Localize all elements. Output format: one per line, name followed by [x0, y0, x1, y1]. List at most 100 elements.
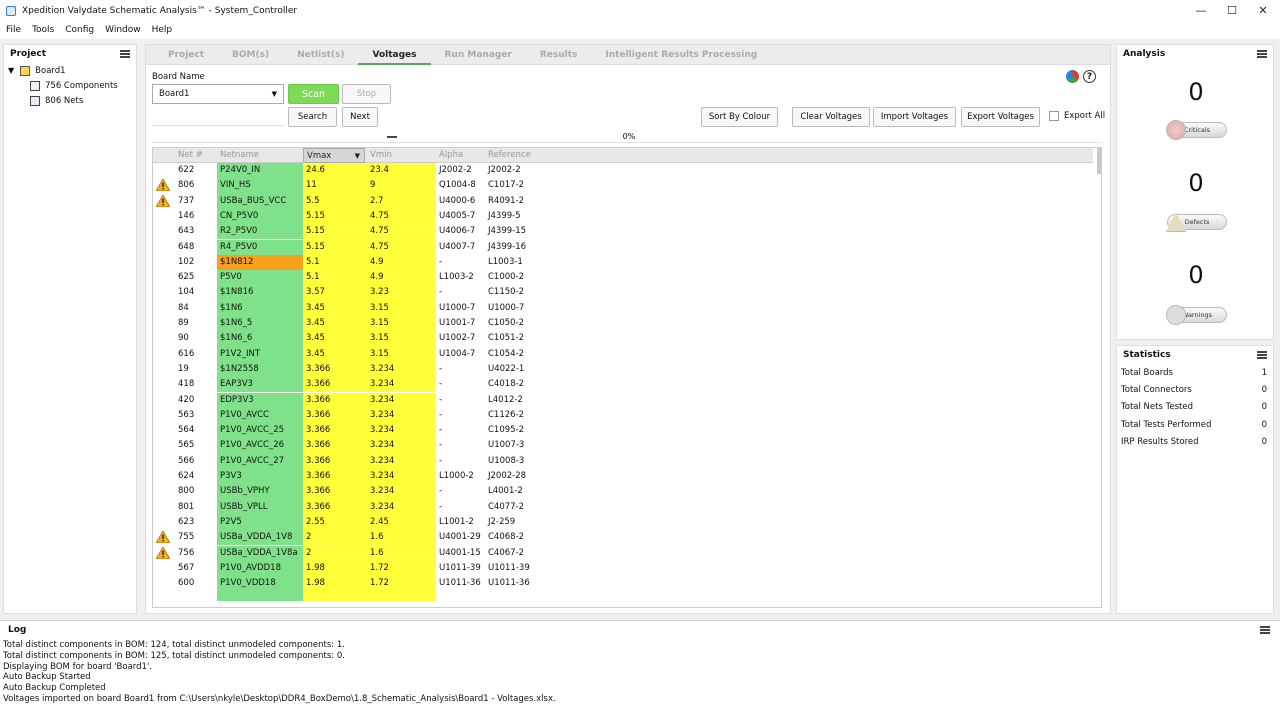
menu-tools[interactable]: Tools [32, 25, 54, 35]
table-row[interactable]: 600 P1V0_VDD18 1.98 1.72 U1011-36 U1011-36 [153, 576, 1093, 592]
table-row[interactable]: 806 VIN_HS 11 9 Q1004-8 C1017-2 [153, 178, 1093, 194]
alpha-cell: J2002-2 [439, 165, 472, 175]
warning-icon [156, 546, 170, 559]
board-select[interactable]: Board1 ▼ [152, 84, 284, 104]
col-vmax[interactable]: Vmax ▼ [303, 148, 365, 163]
reference-cell: C4067-2 [488, 547, 525, 558]
statistics-menu-icon[interactable] [1257, 351, 1267, 359]
alpha-cell: U4006-7 [439, 226, 476, 237]
components-icon [30, 80, 40, 91]
analysis-menu-icon[interactable] [1257, 50, 1267, 58]
table-row[interactable]: 90 $1N6_6 3.45 3.15 U1002-7 C1051-2 [153, 331, 1093, 347]
table-row[interactable]: 566 P1V0_AVCC_27 3.366 3.234- U1008-3 [153, 453, 1093, 469]
export-voltages-button[interactable]: Export Voltages [961, 107, 1040, 127]
table-row[interactable]: 755 USBa_VDDA_1V8 2 1.6 U4001-29 C4068-2 [153, 530, 1093, 546]
netname-cell: P1V0_AVCC_26 [217, 438, 303, 454]
next-button[interactable]: Next [342, 107, 378, 127]
tree-expand-icon[interactable]: ▼ [8, 66, 14, 75]
search-input[interactable] [152, 108, 284, 126]
table-row[interactable]: 420 EDP3V3 3.366 3.234- L4012-2 [153, 392, 1093, 408]
menu-help[interactable]: Help [152, 25, 173, 35]
table-row[interactable]: 801 USBb_VPLL 3.366 3.234- C4077-2 [153, 499, 1093, 515]
col-net[interactable]: Net # [175, 148, 203, 163]
log-menu-icon[interactable] [1260, 626, 1270, 634]
col-alpha[interactable]: Alpha [436, 148, 463, 163]
tree-components[interactable]: 756 Components [4, 78, 136, 93]
reference-cell: C4018-2 [488, 379, 525, 390]
table-scrollbar[interactable] [1097, 148, 1101, 174]
table-row[interactable]: 643 R2_P5V0 5.15 4.75 U4006-7 J4399-15 [153, 224, 1093, 240]
sort-by-colour-button[interactable]: Sort By Colour [701, 107, 778, 127]
net-cell: 806 [178, 180, 195, 191]
netname-cell: P1V2_INT [217, 346, 303, 362]
tab-netlists[interactable]: Netlist(s) [283, 45, 358, 64]
table-row[interactable]: 84 $1N6 3.45 3.15 U1000-7 U1000-7 [153, 300, 1093, 316]
net-cell: 643 [178, 226, 195, 237]
table-row[interactable]: 567 P1V0_AVDD18 1.98 1.72 U1011-39 U1011-39 [153, 560, 1093, 577]
alpha-cell: L1000-2 [439, 471, 474, 481]
col-reference[interactable]: Reference [485, 148, 531, 163]
app-icon [6, 5, 16, 16]
table-row[interactable]: 800 USBb_VPHY 3.366 3.234- L4001-2 [153, 484, 1093, 500]
table-row[interactable]: 19 $1N2558 3.366 3.234- U4022-1 [153, 361, 1093, 378]
statistics-panel: Statistics Total Boards 1 Total Connectors… [1116, 345, 1274, 614]
netname-cell: P1V0_AVCC [217, 407, 303, 424]
table-row[interactable]: 564 P1V0_AVCC_25 3.366 3.234- C1095-2 [153, 423, 1093, 439]
table-row[interactable]: 563 P1V0_AVCC 3.366 3.234- C1126-2 [153, 407, 1093, 424]
tab-irp[interactable]: Intelligent Results Processing [591, 45, 771, 64]
tree-board[interactable]: ▼ Board1 [4, 63, 136, 78]
net-cell: 563 [178, 409, 195, 420]
table-row[interactable]: 625 P5V0 5.1 4.9 L1003-2 C1000-2 [153, 270, 1093, 286]
table-row[interactable]: 418 EAP3V3 3.366 3.234- C4018-2 [153, 377, 1093, 393]
colour-legend-icon[interactable] [1066, 70, 1079, 83]
net-cell: 567 [178, 562, 195, 573]
table-row[interactable]: 102 $1N812 5.1 4.9- L1003-1 [153, 254, 1093, 271]
nets-icon [30, 95, 40, 106]
defects-gauge[interactable]: Defects [1166, 212, 1227, 232]
table-row[interactable]: 737 USBa_BUS_VCC 5.5 2.7 U4000-6 R4091-2 [153, 193, 1093, 209]
menu-window[interactable]: Window [105, 25, 141, 35]
reference-cell: C4077-2 [488, 501, 525, 512]
table-row[interactable]: 104 $1N816 3.57 3.23- C1150-2 [153, 285, 1093, 301]
tab-run-manager[interactable]: Run Manager [431, 45, 526, 64]
warnings-gauge[interactable]: Warnings [1166, 305, 1227, 325]
table-row[interactable]: 89 $1N6_5 3.45 3.15 U1001-7 C1050-2 [153, 316, 1093, 332]
net-cell: 801 [178, 501, 195, 512]
reference-cell: J4399-15 [488, 226, 527, 237]
table-row[interactable]: 648 R4_P5V0 5.15 4.75 U4007-7 J4399-16 [153, 239, 1093, 255]
export-all-checkbox[interactable] [1049, 111, 1059, 121]
help-icon[interactable]: ? [1083, 70, 1096, 83]
tab-voltages[interactable]: Voltages [358, 45, 431, 65]
vmax-cell: 3.366 [303, 453, 367, 469]
maximize-button[interactable]: ☐ [1215, 0, 1249, 21]
tab-project[interactable]: Project [154, 45, 218, 64]
table-row[interactable]: 565 P1V0_AVCC_26 3.366 3.234- U1007-3 [153, 438, 1093, 454]
tab-results[interactable]: Results [526, 45, 592, 64]
vmin-cell: 23.4 [367, 163, 436, 179]
menu-file[interactable]: File [6, 25, 21, 35]
table-row[interactable]: 623 P2V5 2.55 2.45 L1001-2 J2-259 [153, 514, 1093, 531]
close-button[interactable]: ✕ [1246, 0, 1280, 21]
search-button[interactable]: Search [288, 107, 337, 127]
alpha-cell: U1000-7 [439, 302, 476, 313]
reference-cell: J4399-16 [488, 241, 527, 252]
clear-voltages-button[interactable]: Clear Voltages [792, 107, 870, 127]
minimize-button[interactable]: — [1184, 0, 1218, 21]
col-vmin[interactable]: Vmin [367, 148, 392, 163]
table-row[interactable]: 146 CN_P5V0 5.15 4.75 U4005-7 J4399-5 [153, 208, 1093, 225]
table-row[interactable]: 616 P1V2_INT 3.45 3.15 U1004-7 C1054-2 [153, 346, 1093, 362]
import-voltages-button[interactable]: Import Voltages [873, 107, 956, 127]
project-menu-icon[interactable] [120, 50, 130, 58]
scan-button[interactable]: Scan [288, 84, 339, 104]
reference-cell: J2002-28 [488, 471, 527, 481]
stop-button[interactable]: Stop [342, 84, 391, 104]
tab-boms[interactable]: BOM(s) [218, 45, 283, 64]
menu-config[interactable]: Config [65, 25, 94, 35]
table-row[interactable]: 622 P24V0_IN 24.6 23.4 J2002-2 J2002-2 [153, 163, 1093, 179]
table-row[interactable]: 624 P3V3 3.366 3.234 L1000-2 J2002-28 [153, 469, 1093, 485]
criticals-gauge[interactable]: Criticals [1166, 120, 1227, 140]
tree-nets[interactable]: 806 Nets [4, 93, 136, 108]
col-netname[interactable]: Netname [217, 148, 259, 163]
table-row[interactable]: 756 USBa_VDDA_1V8a 2 1.6 U4001-15 C4067-2 [153, 545, 1093, 561]
net-cell: 89 [178, 318, 189, 328]
